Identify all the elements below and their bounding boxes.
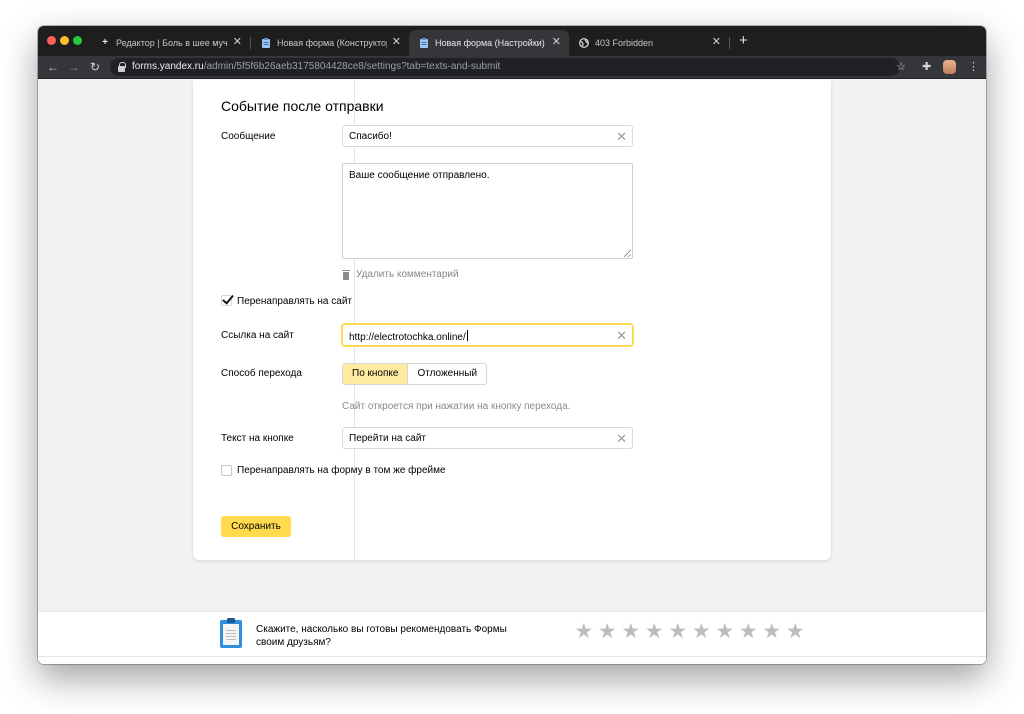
url-path: /admin/5f5f6b26aeb3175804428ce8/settings… [203,61,501,72]
tab-title: 403 Forbidden [595,38,654,48]
delete-comment-label: Удалить комментарий [356,269,459,280]
globe-icon [579,38,589,48]
tab-403-forbidden[interactable]: 403 Forbidden ✕ [569,30,729,56]
url-text[interactable]: forms.yandex.ru/admin/5f5f6b26aeb3175804… [132,61,500,73]
site-link-label: Ссылка на сайт [221,330,294,341]
message-label: Сообщение [221,131,276,142]
back-arrow-icon[interactable]: ← [47,60,59,74]
rating-star-icon[interactable]: ★ [572,621,596,643]
clipboard-lines [226,630,236,642]
resize-grip-icon[interactable] [624,250,631,257]
same-frame-checkbox[interactable] [221,465,232,476]
address-bar[interactable]: forms.yandex.ru/admin/5f5f6b26aeb3175804… [110,58,900,76]
minimize-window-button[interactable] [60,36,69,45]
close-tab-icon[interactable]: ✕ [392,37,401,48]
browser-window: + Редактор | Боль в шее мучает? ✕ Новая … [38,26,986,664]
lock-icon [118,62,126,72]
transition-hint: Сайт откроется при нажатии на кнопку пер… [342,401,571,412]
settings-card [193,80,831,560]
button-text-label: Текст на кнопке [221,433,294,444]
transition-mode-toggle: По кнопке Отложенный [342,363,488,385]
rating-star-icon[interactable]: ★ [737,621,761,643]
bookmark-star-icon[interactable]: ☆ [896,60,906,74]
tab-form-settings[interactable]: Новая форма (Настройки) — Яндекс.Формы ✕ [409,30,569,56]
message-body-textarea[interactable]: Ваше сообщение отправлено. [342,163,633,259]
same-frame-label: Перенаправлять на форму в том же фрейме [237,465,446,476]
close-tab-icon[interactable]: ✕ [233,37,242,48]
transition-option-button[interactable]: По кнопке [343,364,408,384]
transition-option-delayed[interactable]: Отложенный [407,364,487,384]
rating-star-icon[interactable]: ★ [690,621,714,643]
clear-icon[interactable]: ✕ [616,130,627,143]
delete-comment-link[interactable]: Удалить комментарий [342,268,459,281]
save-button[interactable]: Сохранить [221,516,291,537]
button-text-input[interactable]: Перейти на сайт ✕ [342,427,633,449]
new-tab-button[interactable]: + [739,33,748,48]
rating-star-icon[interactable]: ★ [784,621,808,643]
text-caret [466,330,468,341]
redirect-checkbox[interactable] [221,292,234,306]
tab-title: Новая форма (Настройки) — Яндекс.Формы [435,38,547,48]
tab-strip: + Редактор | Боль в шее мучает? ✕ Новая … [38,26,986,56]
clear-icon[interactable]: ✕ [616,329,627,342]
message-title-input[interactable]: Спасибо! ✕ [342,125,633,147]
message-title-value: Спасибо! [349,131,392,142]
rating-star-icon[interactable]: ★ [666,621,690,643]
clear-icon[interactable]: ✕ [616,432,627,445]
forms-favicon-icon [261,38,271,48]
profile-avatar[interactable] [943,60,956,74]
feedback-footer: Скажите, насколько вы готовы рекомендова… [38,611,986,664]
message-body-value: Ваше сообщение отправлено. [349,170,490,181]
tab-title: Новая форма (Конструктор) — Яндекс.Формы [277,38,387,48]
rating-star-icon[interactable]: ★ [596,621,620,643]
footer-divider [38,656,986,657]
section-heading: Событие после отправки [221,98,384,114]
survey-question: Скажите, насколько вы готовы рекомендова… [256,624,507,648]
extensions-puzzle-icon[interactable]: ✚ [922,60,931,74]
rating-star-icon[interactable]: ★ [643,621,667,643]
site-link-input[interactable]: http://electrotochka.online/ ✕ [342,324,633,346]
forms-favicon-icon [419,38,429,48]
rating-stars: ★ ★ ★ ★ ★ ★ ★ ★ ★ ★ [572,621,807,643]
trash-icon [342,269,350,280]
plus-favicon-icon: + [102,37,108,48]
reload-icon[interactable]: ↻ [90,60,100,74]
maximize-window-button[interactable] [73,36,82,45]
forward-arrow-icon[interactable]: → [68,60,80,74]
browser-toolbar: ← → ↻ forms.yandex.ru/admin/5f5f6b26aeb3… [38,56,986,79]
rating-star-icon[interactable]: ★ [619,621,643,643]
site-link-value: http://electrotochka.online/ [349,330,468,343]
menu-dots-icon[interactable]: ⋮ [968,60,979,74]
close-tab-icon[interactable]: ✕ [712,37,721,48]
tab-form-constructor[interactable]: Новая форма (Конструктор) — Яндекс.Формы… [251,30,409,56]
button-text-value: Перейти на сайт [349,433,426,444]
redirect-label: Перенаправлять на сайт [237,296,352,307]
rating-star-icon[interactable]: ★ [713,621,737,643]
rating-star-icon[interactable]: ★ [760,621,784,643]
tab-editor[interactable]: + Редактор | Боль в шее мучает? ✕ [90,30,250,56]
page-content: Событие после отправки Сообщение Спасибо… [38,80,986,664]
tab-divider [729,37,730,49]
card-divider [354,80,355,560]
close-tab-icon[interactable]: ✕ [552,37,561,48]
close-window-button[interactable] [47,36,56,45]
transition-label: Способ перехода [221,368,302,379]
url-host: forms.yandex.ru [132,61,204,72]
tab-title: Редактор | Боль в шее мучает? [116,38,228,48]
